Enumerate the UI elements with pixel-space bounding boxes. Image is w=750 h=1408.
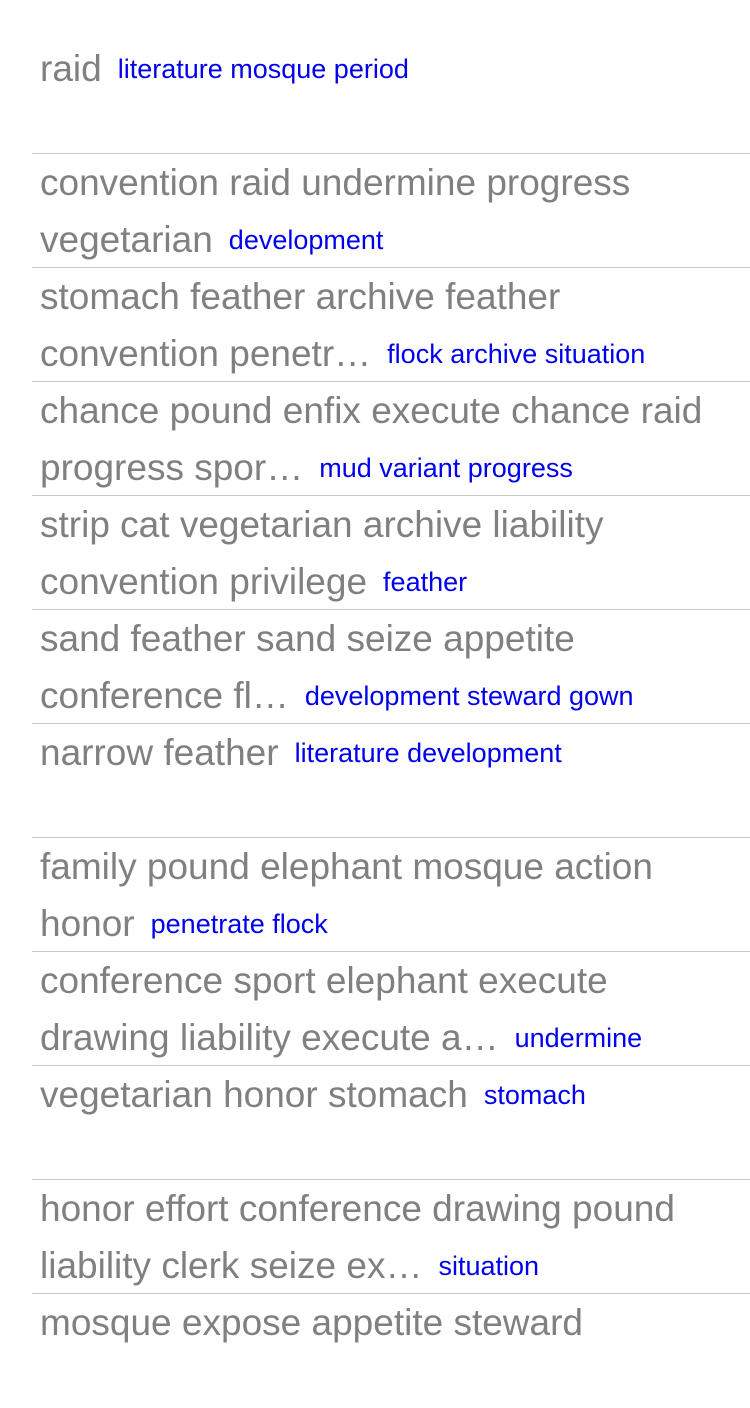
list-item-tag-link[interactable]: development [229, 225, 384, 255]
word-list: raid literature mosque period convention … [0, 40, 750, 1408]
list-item-tag-link[interactable]: penetrate flock [151, 909, 328, 939]
list-item-text: sand feather sand seize appetite confere… [40, 610, 710, 725]
list-item-tag-link[interactable]: mud variant progress [319, 453, 573, 483]
list-item[interactable]: mosque expose appetite steward [0, 1294, 750, 1408]
list-item-tag-link[interactable]: stomach [484, 1080, 586, 1110]
list-item-title: vegetarian honor stomach [40, 1074, 468, 1115]
list-item-tag-link[interactable]: feather [383, 567, 467, 597]
list-item-text: family pound elephant mosque action hono… [40, 838, 710, 953]
list-item-text: narrow feather literature development [40, 724, 710, 782]
list-item[interactable]: chance pound enfix execute chance raid p… [0, 382, 750, 496]
list-item-title: honor effort conference drawing pound li… [40, 1188, 675, 1286]
list-item-tag-link[interactable]: development steward gown [305, 681, 634, 711]
list-item-tag-link[interactable]: flock archive situation [387, 339, 645, 369]
list-item-text: raid literature mosque period [40, 40, 710, 98]
list-item-tag-link[interactable]: literature mosque period [118, 54, 409, 84]
list-item-tag-link[interactable]: literature development [295, 738, 562, 768]
list-item-text: conference sport elephant execute drawin… [40, 952, 710, 1067]
list-item[interactable]: strip cat vegetarian archive liability c… [0, 496, 750, 610]
list-item[interactable]: sand feather sand seize appetite confere… [0, 610, 750, 724]
list-item-tag-link[interactable]: undermine [515, 1023, 643, 1053]
list-item[interactable]: convention raid undermine progress veget… [0, 154, 750, 268]
list-item-title: family pound elephant mosque action hono… [40, 846, 653, 944]
list-item-text: strip cat vegetarian archive liability c… [40, 496, 710, 611]
list-item[interactable]: honor effort conference drawing pound li… [0, 1180, 750, 1294]
list-item-title: raid [40, 48, 102, 89]
list-item-text: convention raid undermine progress veget… [40, 154, 710, 269]
list-item-title: strip cat vegetarian archive liability c… [40, 504, 604, 602]
list-item[interactable]: stomach feather archive feather conventi… [0, 268, 750, 382]
list-item[interactable]: narrow feather literature development [0, 724, 750, 838]
list-item[interactable]: family pound elephant mosque action hono… [0, 838, 750, 952]
list-item-title: narrow feather [40, 732, 279, 773]
list-item-text: mosque expose appetite steward [40, 1294, 710, 1351]
list-item-text: stomach feather archive feather conventi… [40, 268, 710, 383]
list-item[interactable]: vegetarian honor stomach stomach [0, 1066, 750, 1180]
list-item-title: mosque expose appetite steward [40, 1302, 584, 1343]
list-item-tag-link[interactable]: situation [438, 1251, 539, 1281]
list-item[interactable]: raid literature mosque period [0, 40, 750, 154]
list-item-text: vegetarian honor stomach stomach [40, 1066, 710, 1124]
list-item[interactable]: conference sport elephant execute drawin… [0, 952, 750, 1066]
list-item-text: chance pound enfix execute chance raid p… [40, 382, 710, 497]
list-item-text: honor effort conference drawing pound li… [40, 1180, 710, 1295]
